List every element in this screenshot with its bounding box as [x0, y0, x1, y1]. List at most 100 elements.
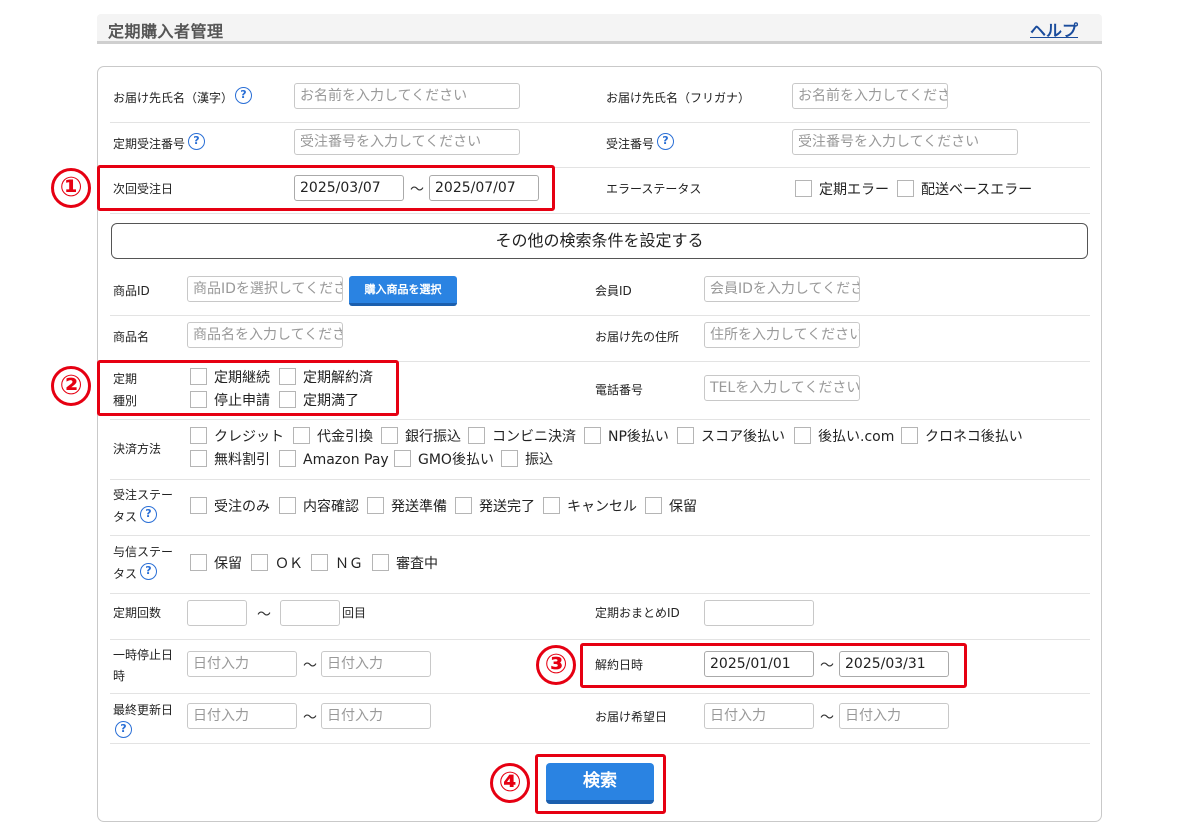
checkbox-box[interactable] [677, 427, 694, 444]
row-divider [110, 122, 1090, 123]
pause-date-from[interactable]: 日付入力 [187, 651, 297, 677]
help-icon[interactable]: ? [657, 133, 674, 150]
checkbox-box[interactable] [372, 554, 389, 571]
checkbox-order-only[interactable]: 受注のみ [190, 497, 270, 516]
checkbox-credit-ng[interactable]: ＮＧ [311, 554, 363, 573]
checkbox-box[interactable] [293, 427, 310, 444]
help-icon[interactable]: ? [140, 506, 157, 523]
row-divider [110, 743, 1090, 744]
checkbox-box[interactable] [311, 554, 328, 571]
marker-1: ① [51, 168, 91, 208]
checkbox-delivery-base-error[interactable]: 配送ベースエラー [897, 180, 1032, 199]
checkbox-box[interactable] [381, 427, 398, 444]
checkbox-box[interactable] [543, 497, 560, 514]
payment-label: 決済方法 [113, 442, 162, 456]
checkbox-payment-cod[interactable]: 代金引換 [293, 427, 373, 446]
pause-date-to[interactable]: 日付入力 [321, 651, 431, 677]
checkbox-label: コンビニ決済 [492, 429, 576, 445]
delivery-date-from[interactable]: 日付入力 [704, 703, 814, 729]
checkbox-payment-atobarai[interactable]: 後払い.com [794, 427, 894, 446]
member-id-input[interactable]: 会員IDを入力してくださ [704, 276, 860, 302]
more-conditions-toggle[interactable]: その他の検索条件を設定する [111, 223, 1088, 259]
credit-status-label-line2: タス [113, 567, 138, 581]
row-divider [110, 213, 1090, 214]
help-icon[interactable]: ? [115, 721, 132, 738]
product-name-input[interactable]: 商品名を入力してくださ [187, 322, 343, 348]
checkbox-hold[interactable]: 保留 [645, 497, 697, 516]
checkbox-payment-score[interactable]: スコア後払い [677, 427, 785, 446]
checkbox-credit-ok[interactable]: ＯＫ [251, 554, 303, 573]
checkbox-credit-review[interactable]: 審査中 [372, 554, 438, 573]
phone-input[interactable]: TELを入力してください [704, 375, 860, 401]
checkbox-box[interactable] [251, 554, 268, 571]
checkbox-box[interactable] [584, 427, 601, 444]
checkbox-label: 配送ベースエラー [921, 182, 1033, 198]
help-link[interactable]: ヘルプ [1030, 17, 1078, 41]
checkbox-payment-bank[interactable]: 銀行振込 [381, 427, 461, 446]
sub-order-no-input[interactable]: 受注番号を入力してください [294, 129, 520, 155]
checkbox-box[interactable] [190, 554, 207, 571]
name-kanji-input[interactable]: お名前を入力してください [294, 83, 520, 109]
select-product-button[interactable]: 購入商品を選択 [349, 276, 457, 306]
row-divider [110, 593, 1090, 594]
checkbox-credit-hold[interactable]: 保留 [190, 554, 242, 573]
sub-count-from[interactable] [187, 600, 247, 626]
checkbox-label: 代金引換 [317, 429, 373, 445]
checkbox-box[interactable] [394, 450, 411, 467]
help-icon[interactable]: ? [235, 87, 252, 104]
order-no-input[interactable]: 受注番号を入力してください [792, 129, 1018, 155]
product-id-input[interactable]: 商品IDを選択してくださ [187, 276, 343, 302]
checkbox-box[interactable] [501, 450, 518, 467]
sub-count-unit: 回目 [342, 606, 367, 620]
checkbox-box[interactable] [901, 427, 918, 444]
checkbox-payment-transfer[interactable]: 振込 [501, 450, 553, 469]
checkbox-box[interactable] [279, 497, 296, 514]
checkbox-label: 銀行振込 [405, 429, 461, 445]
checkbox-payment-gmo[interactable]: GMO後払い [394, 450, 494, 469]
checkbox-box[interactable] [795, 180, 812, 197]
checkbox-label: 発送準備 [391, 499, 447, 515]
checkbox-content-confirm[interactable]: 内容確認 [279, 497, 359, 516]
checkbox-payment-conveni[interactable]: コンビニ決済 [468, 427, 576, 446]
delivery-date-to[interactable]: 日付入力 [839, 703, 949, 729]
checkbox-payment-credit[interactable]: クレジット [190, 427, 284, 446]
range-separator: 〜 [820, 710, 834, 726]
checkbox-box[interactable] [794, 427, 811, 444]
checkbox-payment-kuroneko[interactable]: クロネコ後払い [901, 427, 1023, 446]
checkbox-box[interactable] [190, 450, 207, 467]
checkbox-ship-prep[interactable]: 発送準備 [367, 497, 447, 516]
checkbox-box[interactable] [455, 497, 472, 514]
checkbox-payment-amazon[interactable]: Amazon Pay [279, 450, 389, 469]
checkbox-label: GMO後払い [418, 452, 494, 468]
sub-order-no-label: 定期受注番号 [113, 137, 186, 151]
address-label: お届け先の住所 [595, 330, 680, 344]
checkbox-box[interactable] [897, 180, 914, 197]
checkbox-label: 後払い.com [818, 429, 895, 445]
delivery-date-label: お届け希望日 [595, 710, 668, 724]
checkbox-box[interactable] [367, 497, 384, 514]
updated-date-from[interactable]: 日付入力 [187, 703, 297, 729]
row-divider [110, 693, 1090, 694]
checkbox-ship-done[interactable]: 発送完了 [455, 497, 535, 516]
checkbox-box[interactable] [190, 427, 207, 444]
checkbox-box[interactable] [279, 450, 296, 467]
phone-label: 電話番号 [595, 383, 644, 397]
bundle-id-input[interactable] [704, 600, 814, 626]
help-icon[interactable]: ? [188, 133, 205, 150]
checkbox-payment-np[interactable]: NP後払い [584, 427, 669, 446]
order-no-label: 受注番号 [606, 137, 655, 151]
checkbox-box[interactable] [468, 427, 485, 444]
checkbox-payment-free[interactable]: 無料割引 [190, 450, 270, 469]
help-icon[interactable]: ? [140, 563, 157, 580]
checkbox-box[interactable] [190, 497, 207, 514]
checkbox-sub-error[interactable]: 定期エラー [795, 180, 889, 199]
checkbox-label: クレジット [214, 429, 284, 445]
checkbox-label: 定期エラー [819, 182, 889, 198]
checkbox-label: 無料割引 [214, 452, 270, 468]
checkbox-box[interactable] [645, 497, 662, 514]
sub-count-to[interactable] [280, 600, 340, 626]
address-input[interactable]: 住所を入力してください [704, 322, 860, 348]
name-kana-input[interactable]: お名前を入力してくださ [792, 83, 948, 109]
checkbox-cancel[interactable]: キャンセル [543, 497, 637, 516]
updated-date-to[interactable]: 日付入力 [321, 703, 431, 729]
